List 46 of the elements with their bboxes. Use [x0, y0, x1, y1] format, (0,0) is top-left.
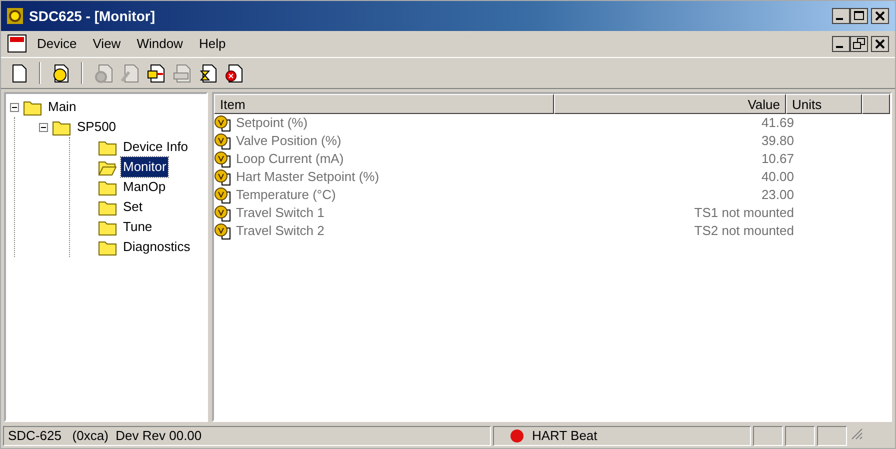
collapse-icon[interactable] [10, 102, 19, 112]
maximize-button[interactable] [850, 8, 868, 24]
tree-item[interactable]: Set [121, 197, 145, 217]
minimize-button[interactable] [832, 8, 850, 24]
restore-button[interactable] [850, 36, 868, 52]
tree-item[interactable]: Tune [121, 217, 154, 237]
table-cell-text: Setpoint (%) [236, 114, 309, 132]
tree-item[interactable]: Monitor [121, 157, 168, 177]
close-button[interactable] [871, 36, 889, 52]
window-title: SDC625 - [Monitor] [29, 6, 156, 26]
table-cell-text: Travel Switch 2 [236, 222, 326, 240]
table-cell-text: 39.80 [760, 132, 794, 150]
document-icon [7, 34, 27, 54]
collapse-icon[interactable] [39, 122, 48, 132]
table-cell-text: Loop Current (mA) [236, 150, 345, 168]
table-cell-text: Valve Position (%) [236, 132, 342, 150]
table-cell-text: Temperature (°C) [236, 186, 337, 204]
minimize-button[interactable] [832, 36, 850, 52]
status-text: HART Beat [532, 427, 598, 446]
status-dot [510, 429, 524, 443]
column-header[interactable]: Item [214, 94, 554, 114]
status-text: SDC-625 (0xca) Dev Rev 00.00 [8, 427, 202, 446]
tree-item[interactable]: Device Info [121, 137, 190, 157]
status-pane [753, 426, 783, 446]
table-cell-text: Travel Switch 1 [236, 204, 326, 222]
column-header[interactable]: Value [554, 94, 786, 114]
table-cell-text: Hart Master Setpoint (%) [236, 168, 380, 186]
table-cell-text: 41.69 [760, 114, 794, 132]
menu-item[interactable]: Device [31, 33, 83, 55]
table-cell-text: 10.67 [760, 150, 794, 168]
column-header[interactable] [862, 94, 890, 114]
menu-item[interactable]: Window [130, 33, 189, 55]
table-cell-text: TS2 not mounted [693, 222, 794, 240]
table-cell-text: 40.00 [760, 168, 794, 186]
tree-item[interactable]: Main [46, 97, 78, 117]
tree-item[interactable]: Diagnostics [121, 237, 192, 257]
status-pane [785, 426, 815, 446]
menu-item[interactable]: Help [192, 33, 232, 55]
menu-item[interactable]: View [86, 33, 127, 55]
tree-item[interactable]: SP500 [75, 117, 118, 137]
status-pane [817, 426, 847, 446]
table-cell-text: 23.00 [760, 186, 794, 204]
table-cell-text: TS1 not mounted [693, 204, 794, 222]
close-button[interactable] [871, 8, 889, 24]
column-header[interactable]: Units [786, 94, 862, 114]
tree-item[interactable]: ManOp [121, 177, 168, 197]
